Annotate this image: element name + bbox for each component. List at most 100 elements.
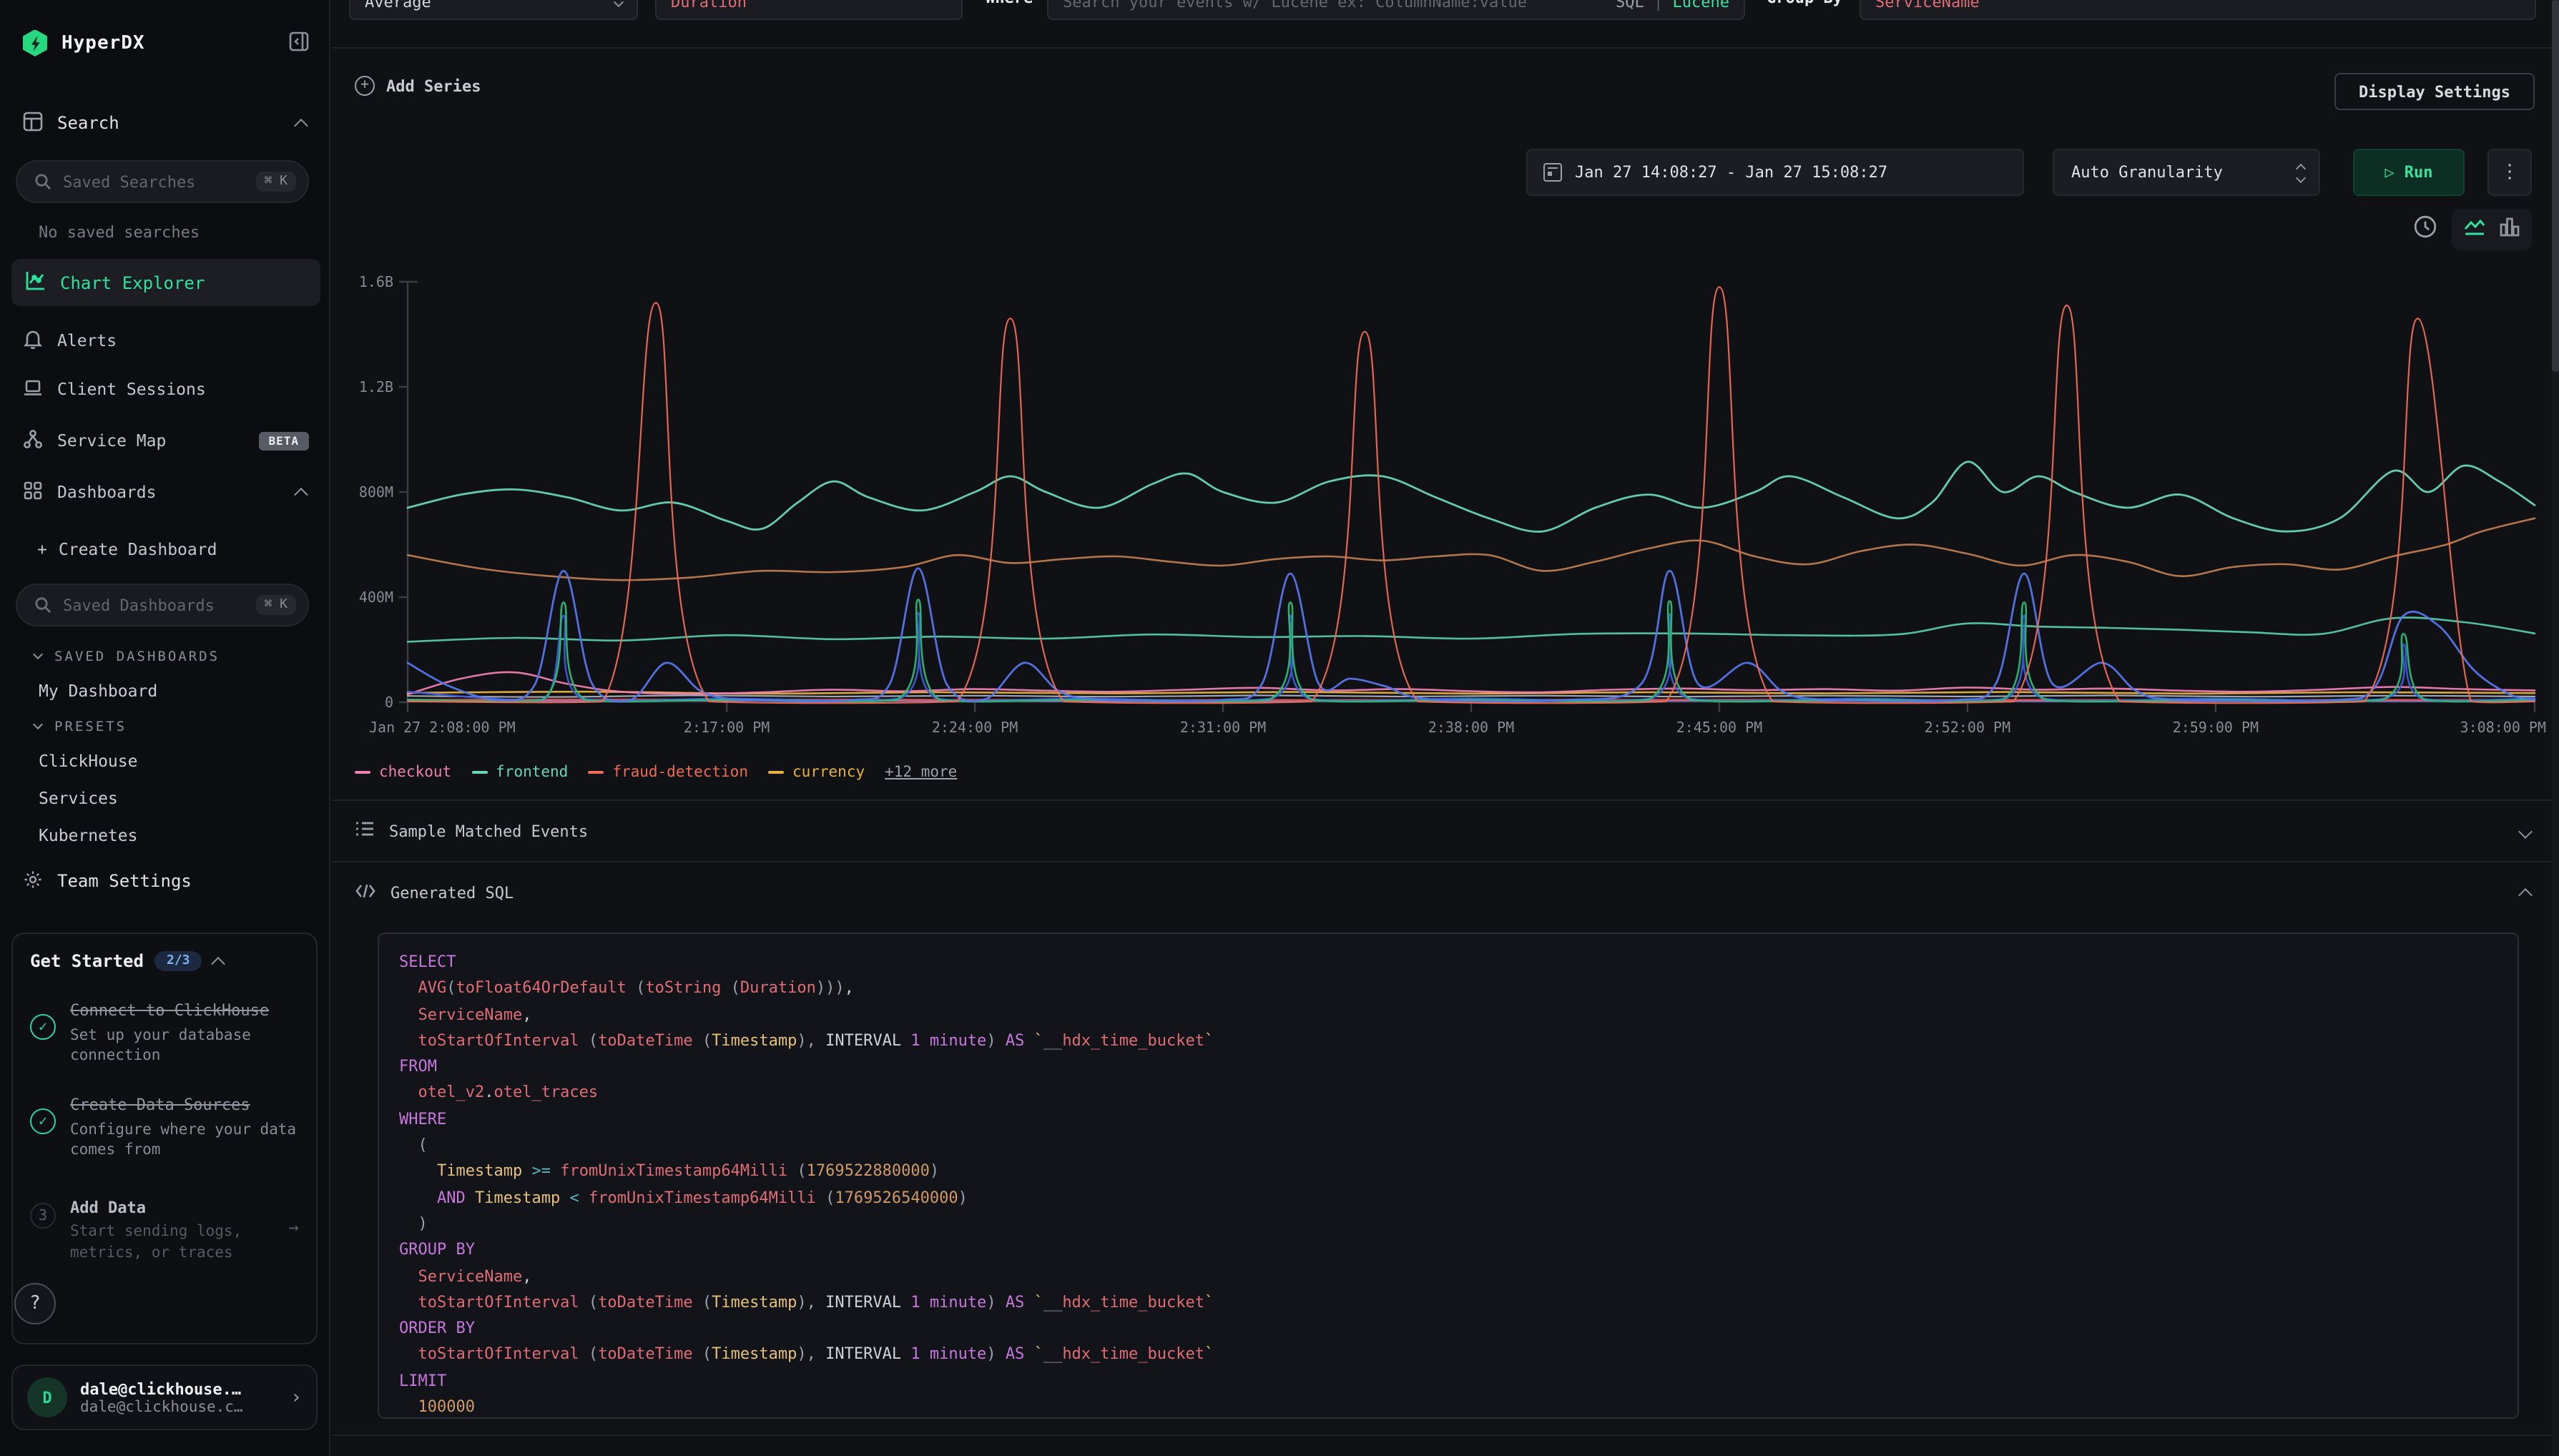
x-axis-label: 2:24:00 PM xyxy=(932,719,1018,736)
x-axis-label: 2:45:00 PM xyxy=(1676,719,1762,736)
series-frontend xyxy=(408,462,2535,532)
sql-line: GROUP BY xyxy=(399,1238,2497,1264)
sql-line: AND Timestamp < fromUnixTimestamp64Milli… xyxy=(399,1185,2497,1211)
chevron-down-icon xyxy=(33,649,43,659)
sidebar-item-alerts[interactable]: Alerts xyxy=(0,323,329,358)
service-map-icon xyxy=(23,428,43,453)
timeseries-chart[interactable]: 0400M800M1.2B1.6BJan 27 2:08:00 PM2:17:0… xyxy=(332,0,2559,801)
generated-sql-section[interactable]: Generated SQL xyxy=(332,861,2559,923)
no-saved-searches-text: No saved searches xyxy=(0,217,329,246)
chevron-up-icon[interactable] xyxy=(294,118,308,132)
create-dashboard-label: Create Dashboard xyxy=(59,539,217,559)
chevron-up-icon[interactable] xyxy=(211,956,225,970)
sql-line: toStartOfInterval (toDateTime (Timestamp… xyxy=(399,1342,2497,1369)
get-started-panel: Get Started 2/3 ✓ Connect to ClickHouse … xyxy=(11,933,318,1344)
task-title: Connect to ClickHouse xyxy=(70,1001,269,1020)
sidebar-collapse-icon[interactable] xyxy=(289,31,309,55)
chevron-up-icon[interactable] xyxy=(294,487,308,501)
sql-line: ( xyxy=(399,1133,2497,1159)
sidebar-item-label: Team Settings xyxy=(57,871,192,891)
sql-line: toStartOfInterval (toDateTime (Timestamp… xyxy=(399,1028,2497,1055)
series-fraud-detection xyxy=(408,287,2535,703)
y-axis-label: 400M xyxy=(359,589,393,606)
sql-line: LIMIT xyxy=(399,1369,2497,1395)
chevron-up-icon xyxy=(2518,887,2533,902)
legend-item[interactable]: frontend xyxy=(471,764,568,781)
gear-icon xyxy=(23,869,43,893)
saved-searches-placeholder: Saved Searches xyxy=(63,172,244,191)
sql-line: otel_v2.otel_traces xyxy=(399,1081,2497,1107)
series-green-spike xyxy=(408,600,2535,702)
sidebar-item-search[interactable]: Search xyxy=(0,106,329,140)
section-title: Sample Matched Events xyxy=(389,822,588,840)
sidebar-item-dashboards[interactable]: Dashboards xyxy=(0,475,329,509)
generated-sql-code[interactable]: SELECT AVG(toFloat64OrDefault (toString … xyxy=(378,933,2519,1419)
sidebar-item-kubernetes[interactable]: Kubernetes xyxy=(0,820,329,851)
presets-header[interactable]: PRESETS xyxy=(0,712,329,741)
chart-legend: checkout frontend fraud-detection currency +… xyxy=(355,764,957,781)
get-started-title: Get Started xyxy=(30,951,144,971)
sidebar-item-my-dashboard[interactable]: My Dashboard xyxy=(0,675,329,707)
get-started-item-connect[interactable]: ✓ Connect to ClickHouse Set up your data… xyxy=(30,994,299,1066)
sql-line: toStartOfInterval (toDateTime (Timestamp… xyxy=(399,1290,2497,1317)
sidebar-item-clickhouse[interactable]: ClickHouse xyxy=(0,745,329,777)
get-started-item-add-data[interactable]: 3 Add Data Start sending logs, metrics, … xyxy=(30,1192,299,1263)
x-axis-label: 2:38:00 PM xyxy=(1428,719,1514,736)
sidebar-item-label: Client Sessions xyxy=(57,379,206,399)
sidebar-item-client-sessions[interactable]: Client Sessions xyxy=(0,372,329,406)
arrow-right-icon: → xyxy=(289,1217,299,1237)
sql-line: Timestamp >= fromUnixTimestamp64Milli (1… xyxy=(399,1159,2497,1186)
sidebar-item-label: Dashboards xyxy=(57,482,157,502)
chevron-down-icon xyxy=(2518,824,2533,838)
series-blue-2 xyxy=(408,613,2535,701)
x-axis-label: 2:59:00 PM xyxy=(2173,719,2259,736)
sidebar: HyperDX Search Saved Searches ⌘ K No sav… xyxy=(0,0,330,1456)
y-axis-label: 1.2B xyxy=(359,378,393,395)
code-icon xyxy=(355,882,376,903)
shortcut-badge: ⌘ K xyxy=(255,172,296,192)
sql-line: SELECT xyxy=(399,950,2497,976)
sql-line: WHERE xyxy=(399,1107,2497,1133)
help-button[interactable]: ? xyxy=(14,1283,56,1324)
sql-line: FROM xyxy=(399,1054,2497,1081)
saved-dashboards-header[interactable]: SAVED DASHBOARDS xyxy=(0,642,329,671)
series-orange-brown xyxy=(408,518,2535,580)
app-title: HyperDX xyxy=(62,32,145,54)
get-started-item-sources[interactable]: ✓ Create Data Sources Configure where yo… xyxy=(30,1088,299,1160)
sidebar-item-chart-explorer[interactable]: Chart Explorer xyxy=(11,259,320,306)
series-checkout xyxy=(408,672,2535,694)
profile-card[interactable]: D dale@clickhouse.… dale@clickhouse.c… › xyxy=(11,1364,318,1430)
sql-line: ORDER BY xyxy=(399,1316,2497,1342)
sql-line: 100000 xyxy=(399,1394,2497,1419)
sidebar-item-team-settings[interactable]: Team Settings xyxy=(0,864,329,898)
task-desc: Set up your database connection xyxy=(70,1025,299,1066)
x-axis-label: 2:52:00 PM xyxy=(1925,719,2010,736)
legend-dash-icon xyxy=(768,771,784,774)
logo-row: HyperDX xyxy=(0,23,329,63)
series-gray-line xyxy=(408,695,2535,697)
scrollbar[interactable] xyxy=(2552,0,2559,1456)
chart-explorer-icon xyxy=(24,270,46,295)
step-number-badge: 3 xyxy=(30,1204,56,1229)
sample-events-section[interactable]: Sample Matched Events xyxy=(332,800,2559,861)
sidebar-item-service-map[interactable]: Service Map BETA xyxy=(0,423,329,458)
scrollbar-thumb[interactable] xyxy=(2552,0,2559,372)
legend-item[interactable]: fraud-detection xyxy=(588,764,748,781)
legend-dash-icon xyxy=(355,771,370,774)
main-content: Average Duration Where Search your event… xyxy=(332,0,2559,1456)
task-title: Create Data Sources xyxy=(70,1096,250,1114)
saved-searches-input[interactable]: Saved Searches ⌘ K xyxy=(16,160,309,203)
legend-item[interactable]: checkout xyxy=(355,764,451,781)
legend-item[interactable]: currency xyxy=(768,764,865,781)
x-axis-label: 2:31:00 PM xyxy=(1180,719,1266,736)
create-dashboard-button[interactable]: + Create Dashboard xyxy=(0,532,329,566)
shortcut-badge: ⌘ K xyxy=(255,595,296,615)
series-teal-2 xyxy=(408,618,2535,642)
search-grid-icon xyxy=(23,111,43,135)
search-icon xyxy=(34,591,51,619)
sidebar-item-services[interactable]: Services xyxy=(0,782,329,814)
saved-dashboards-input[interactable]: Saved Dashboards ⌘ K xyxy=(16,584,309,626)
legend-label: checkout xyxy=(379,764,451,781)
sidebar-item-label: Chart Explorer xyxy=(60,272,205,292)
legend-more-link[interactable]: +12 more xyxy=(885,764,957,781)
